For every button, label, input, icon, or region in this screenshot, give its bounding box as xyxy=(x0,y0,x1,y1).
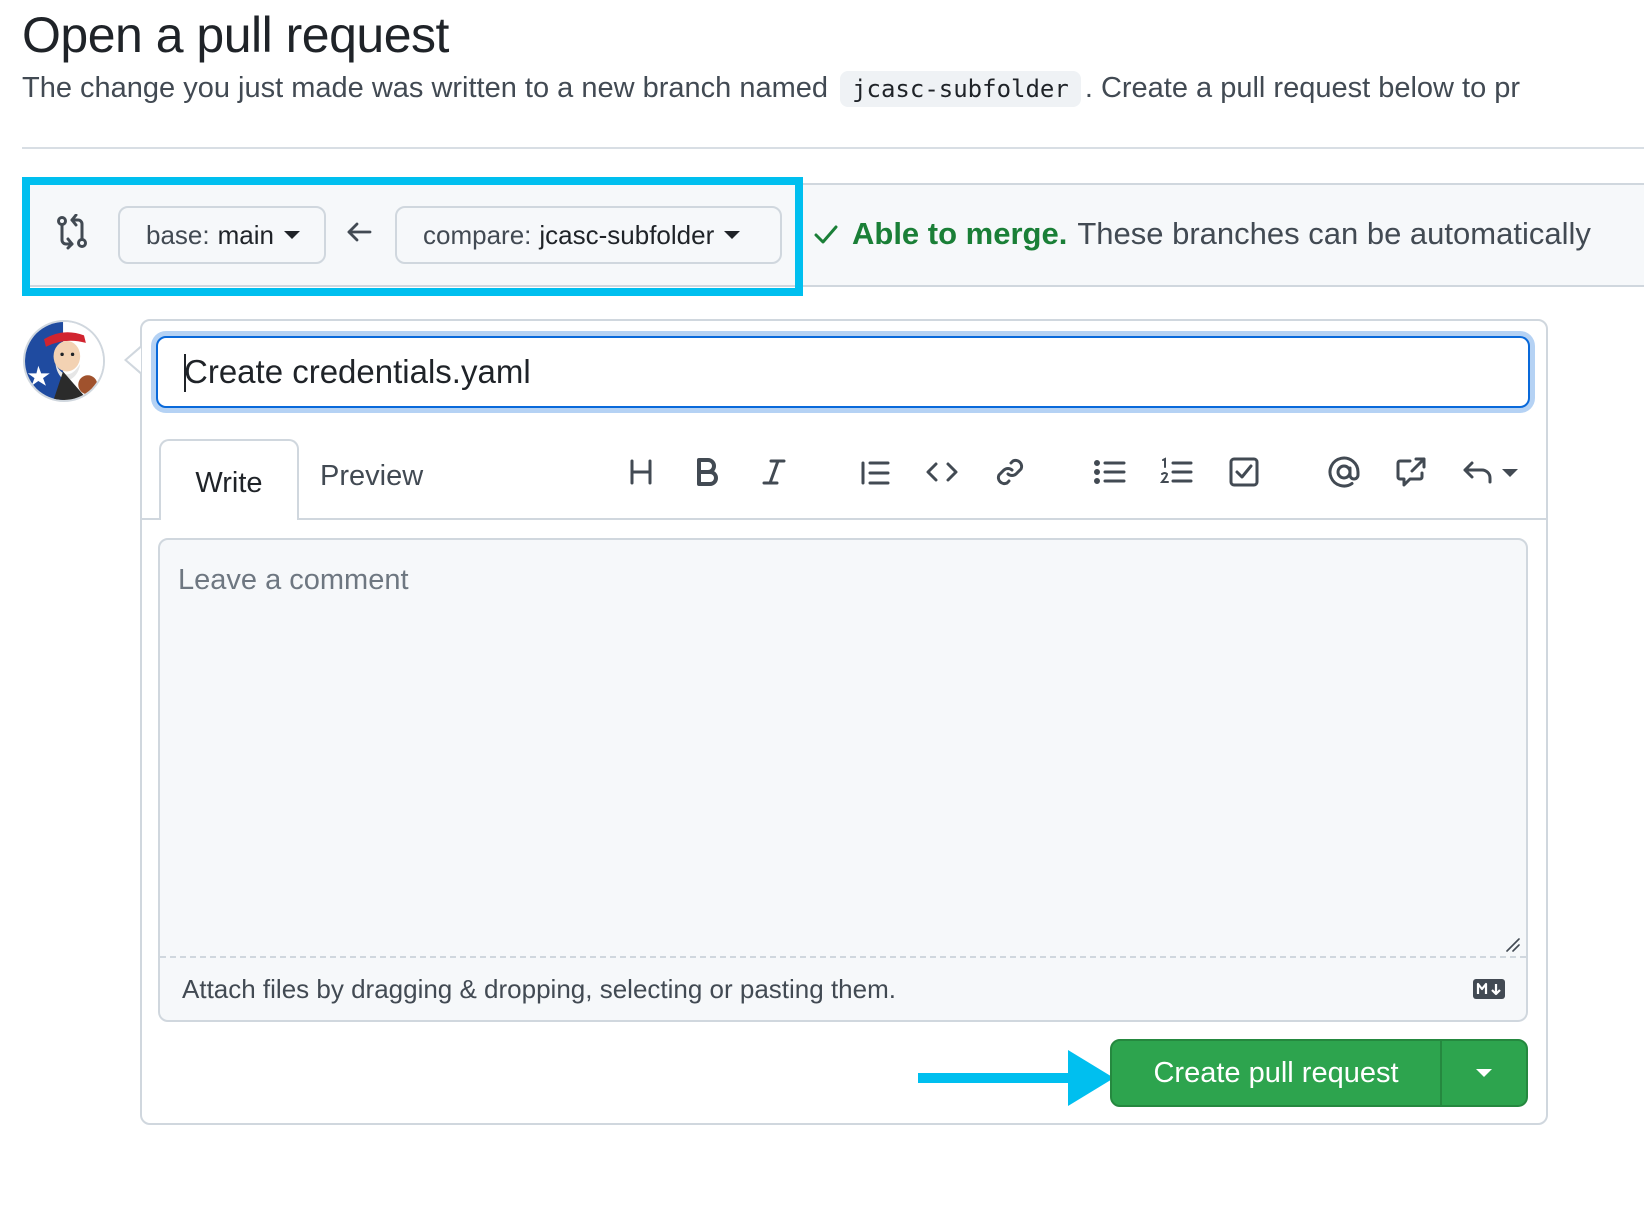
create-pull-request-group: Create pull request xyxy=(1110,1039,1528,1107)
pr-title-input[interactable] xyxy=(156,336,1530,408)
code-icon[interactable] xyxy=(922,450,962,494)
tab-preview[interactable]: Preview xyxy=(320,460,423,493)
merge-status: Able to merge. These branches can be aut… xyxy=(812,216,1591,252)
header-divider xyxy=(22,147,1644,149)
bold-icon[interactable] xyxy=(687,450,727,494)
page-subtitle: The change you just made was written to … xyxy=(22,71,1521,107)
ordered-list-icon[interactable] xyxy=(1157,450,1197,494)
page-title: Open a pull request xyxy=(22,7,449,63)
merge-status-text: These branches can be automatically xyxy=(1077,216,1591,251)
link-icon[interactable] xyxy=(990,450,1030,494)
mention-icon[interactable] xyxy=(1324,450,1364,494)
create-options-dropdown[interactable] xyxy=(1442,1041,1526,1105)
resize-handle-icon[interactable] xyxy=(1504,936,1520,952)
subtitle-text-after: . Create a pull request below to pr xyxy=(1084,72,1521,104)
italic-icon[interactable] xyxy=(754,450,794,494)
branch-name-code: jcasc-subfolder xyxy=(840,71,1081,107)
card-pointer-inner xyxy=(127,348,141,372)
tab-write[interactable]: Write xyxy=(159,439,299,520)
merge-ok-label: Able to merge. xyxy=(852,216,1068,251)
unordered-list-icon[interactable] xyxy=(1090,450,1130,494)
comment-box: Attach files by dragging & dropping, sel… xyxy=(158,538,1528,1022)
avatar[interactable] xyxy=(23,320,105,402)
attach-divider xyxy=(160,956,1526,958)
text-cursor xyxy=(184,354,186,392)
saved-replies-icon[interactable] xyxy=(1462,450,1524,494)
subtitle-text: The change you just made was written to … xyxy=(22,72,829,104)
chevron-down-icon xyxy=(1476,1069,1492,1077)
branch-selection-highlight xyxy=(22,177,803,296)
quote-icon[interactable] xyxy=(855,450,895,494)
tabs-divider xyxy=(141,518,1546,520)
create-pull-request-button[interactable]: Create pull request xyxy=(1112,1041,1442,1105)
check-icon xyxy=(814,225,838,244)
heading-icon[interactable] xyxy=(621,450,661,494)
markdown-icon[interactable] xyxy=(1472,978,1506,1000)
attach-files-hint[interactable]: Attach files by dragging & dropping, sel… xyxy=(182,974,896,1005)
comment-textarea[interactable] xyxy=(160,540,1526,956)
cross-reference-icon[interactable] xyxy=(1391,450,1431,494)
annotation-arrow-icon xyxy=(918,1050,1114,1106)
task-list-icon[interactable] xyxy=(1224,450,1264,494)
